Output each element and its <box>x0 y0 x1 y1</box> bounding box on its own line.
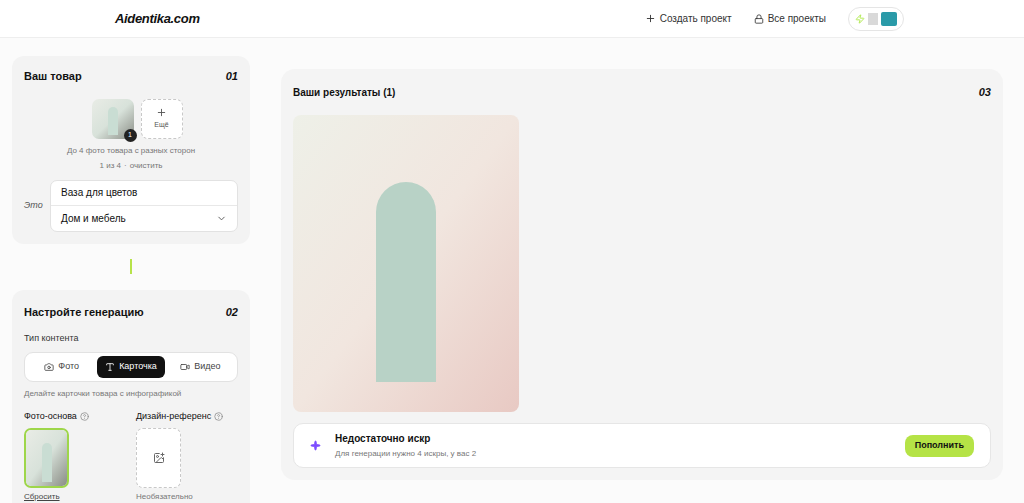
step-number: 02 <box>226 304 238 321</box>
photo-count-badge: 1 <box>124 129 137 142</box>
content-type-tab[interactable]: Карточка <box>97 356 164 378</box>
product-name-input[interactable]: Ваза для цветов <box>51 181 237 206</box>
base-photo <box>26 430 67 486</box>
content-type-tabs: ФотоКарточкаВидео <box>24 352 238 382</box>
video-icon <box>180 362 190 372</box>
result-image[interactable] <box>293 115 519 413</box>
this-label: Это <box>24 199 50 213</box>
card-icon <box>105 362 115 372</box>
notice-title: Недостаточно искр <box>335 431 891 446</box>
account-toggle[interactable] <box>848 7 904 31</box>
step-number: 01 <box>226 68 238 85</box>
step-connector <box>130 259 132 274</box>
results-panel: Ваши результаты (1) 03 Недостаточно искр Дл… <box>281 69 1003 480</box>
notice-text: Для генерации нужно 4 искры, у вас 2 <box>335 448 891 460</box>
settings-card: Настройте генерацию 02 Тип контента ФотоКар… <box>12 290 250 503</box>
image-plus-icon <box>153 452 165 464</box>
content-type-tab[interactable]: Фото <box>28 356 95 378</box>
plus-icon <box>645 13 656 24</box>
help-icon[interactable] <box>214 412 223 421</box>
step-number: 03 <box>979 84 991 101</box>
photo-icon <box>44 362 54 372</box>
spark-icon <box>310 440 321 451</box>
avatar-icon <box>881 12 897 26</box>
optional-hint: Необязательно <box>136 491 238 503</box>
reset-link[interactable]: Сбросить <box>24 491 126 503</box>
help-icon[interactable] <box>80 412 89 421</box>
results-title: Ваши результаты (1) <box>293 85 395 100</box>
header: Aidentika.com Создать проект Все проекты <box>0 0 1024 38</box>
insufficient-sparks-notice: Недостаточно искр Для генерации нужно 4 и… <box>293 423 991 468</box>
clear-link[interactable]: очистить <box>130 161 163 170</box>
all-projects-link[interactable]: Все проекты <box>754 11 826 26</box>
content-type-tab[interactable]: Видео <box>167 356 234 378</box>
lock-icon <box>754 14 764 24</box>
design-reference-upload[interactable] <box>136 428 181 488</box>
content-hint: Делайте карточки товара с инфографикой <box>24 388 238 400</box>
product-card: Ваш товар 01 1 Ещё До 4 фото товара с разных… <box>12 56 250 244</box>
design-reference-label: Дизайн-референс <box>136 410 211 424</box>
create-project-link[interactable]: Создать проект <box>645 11 732 26</box>
content-type-label: Тип контента <box>24 332 238 346</box>
logo[interactable]: Aidentika.com <box>115 9 200 29</box>
app: Aidentika.com Создать проект Все проекты Ва… <box>0 0 1024 503</box>
photo-hint: До 4 фото товара с разных сторон <box>24 145 238 157</box>
photo-counter: 1 из 4 <box>99 161 120 170</box>
product-title: Ваш товар <box>24 68 82 85</box>
top-up-button[interactable]: Пополнить <box>905 435 974 457</box>
chevron-down-icon <box>216 213 227 224</box>
category-select[interactable]: Дом и мебель <box>51 206 237 231</box>
base-photo-label: Фото-основа <box>24 410 77 424</box>
add-photo-button[interactable]: Ещё <box>141 99 183 139</box>
spark-icon <box>855 14 865 24</box>
settings-title: Настройте генерацию <box>24 304 144 321</box>
plus-icon <box>156 107 167 118</box>
